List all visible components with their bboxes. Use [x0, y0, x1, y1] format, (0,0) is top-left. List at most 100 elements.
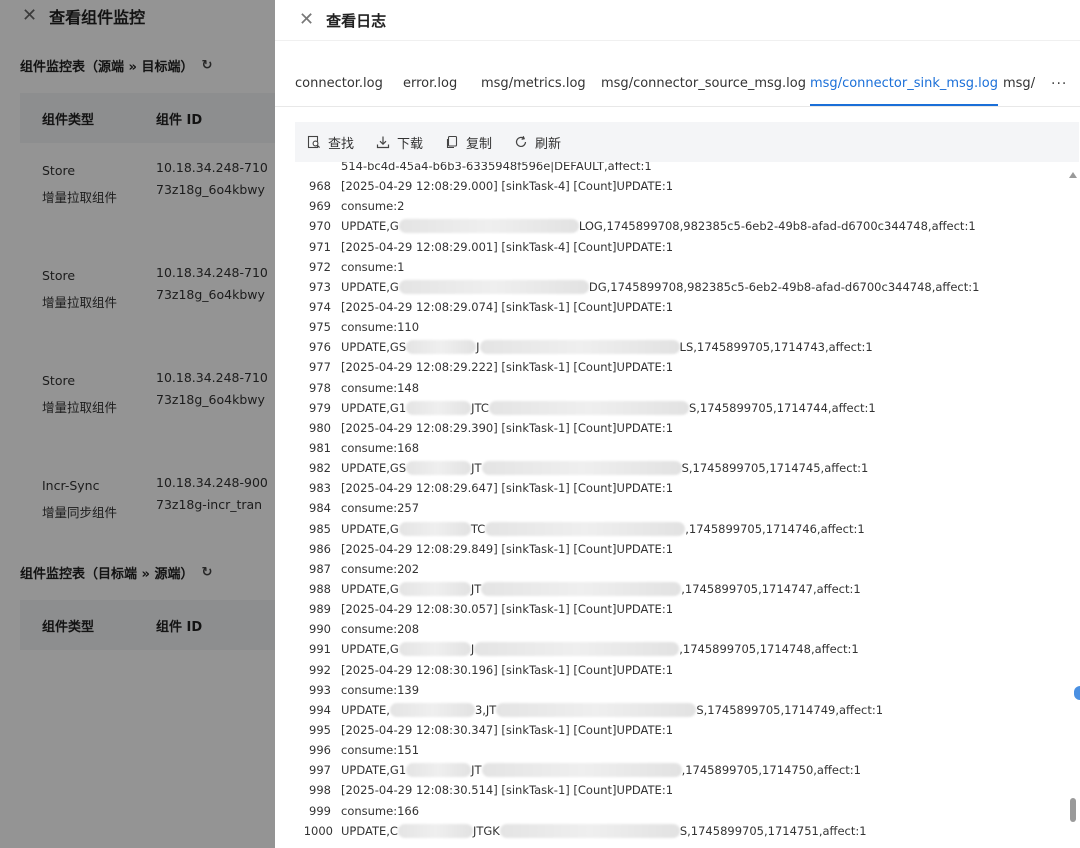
- line-number: 985: [309, 521, 331, 536]
- close-icon[interactable]: ✕: [22, 7, 37, 25]
- side-handle[interactable]: [1074, 686, 1080, 700]
- redacted-text: [481, 763, 682, 778]
- log-line: 969 consume:2: [295, 196, 1079, 216]
- log-text: consume:151: [341, 743, 420, 758]
- line-number: 969: [309, 199, 331, 214]
- log-text: S,1745899705,1714744,affect:1: [688, 400, 876, 415]
- copy-button[interactable]: 复制: [445, 133, 492, 152]
- log-drawer-title: 查看日志: [326, 11, 387, 30]
- log-line: 973 UPDATE,G DG,1745899708,982385c5-6eb2-4…: [295, 277, 1079, 297]
- component-id: 10.18.34.248-900: [156, 475, 268, 490]
- log-line: 982 UPDATE,GS JT S,1745899705,1714745,affec…: [295, 458, 1079, 478]
- line-number: 994: [309, 702, 331, 717]
- log-text: 3,JT: [474, 702, 497, 717]
- log-line: 984 consume:257: [295, 498, 1079, 518]
- redacted-text: [488, 400, 689, 415]
- refresh-icon[interactable]: ↻: [201, 58, 212, 73]
- line-number: 999: [309, 803, 331, 818]
- redacted-text: [406, 400, 472, 415]
- line-number: 981: [309, 441, 331, 456]
- line-number: 995: [309, 723, 331, 737]
- redacted-text: [479, 340, 680, 355]
- log-line: 971 [2025-04-29 12:08:29.001] [sinkTask-4…: [295, 237, 1079, 257]
- log-text: S,1745899705,1714749,affect:1: [696, 702, 884, 717]
- component-id-sub: 73z18g_6o4kbwy: [156, 287, 265, 302]
- component-id: 10.18.34.248-710: [156, 370, 268, 385]
- find-button[interactable]: 查找: [307, 133, 354, 152]
- log-content[interactable]: 514-bc4d-45a4-b6b3-6335948f596e|DEFAULT,…: [295, 162, 1079, 848]
- component-id-sub: 73z18g-incr_tran: [156, 497, 263, 512]
- table-row: Incr-Sync 增量同步组件 10.18.34.248-900 73z18g-i…: [20, 458, 275, 563]
- close-icon[interactable]: ✕: [299, 11, 314, 29]
- scroll-up-arrow-icon[interactable]: [1069, 172, 1077, 178]
- component-id: 10.18.34.248-710: [156, 160, 268, 175]
- line-number: 971: [309, 239, 331, 254]
- tab-msg-truncated[interactable]: msg/c: [1003, 76, 1035, 104]
- tab-error-log[interactable]: error.log: [403, 76, 457, 104]
- refresh-button[interactable]: 刷新: [514, 133, 561, 152]
- redacted-text: [398, 521, 471, 536]
- log-text: LOG,1745899708,982385c5-6eb2-49b8-afad-d…: [578, 219, 976, 234]
- redacted-text: [398, 642, 471, 657]
- redacted-text: [398, 279, 589, 294]
- table-row: Store 增量拉取组件 10.18.34.248-710 73z18g_6o4kb…: [20, 143, 275, 248]
- log-line: 993 consume:139: [295, 680, 1079, 700]
- download-icon: [376, 136, 390, 149]
- log-line: 976 UPDATE,GS J LS,1745899705,1714743,affec…: [295, 337, 1079, 357]
- component-id-sub: 73z18g_6o4kbwy: [156, 392, 265, 407]
- download-button[interactable]: 下载: [376, 133, 423, 152]
- log-text: JT: [471, 461, 482, 476]
- log-line: 995 [2025-04-29 12:08:30.347] [sinkTask-1…: [295, 720, 1079, 740]
- tab-connector-source-msg-log[interactable]: msg/connector_source_msg.log: [601, 76, 806, 104]
- log-text: JT: [470, 582, 482, 597]
- redacted-text: [499, 823, 680, 838]
- log-text: consume:208: [341, 622, 420, 637]
- log-line: 972 consume:1: [295, 257, 1079, 277]
- more-tabs-icon[interactable]: ···: [1051, 76, 1067, 92]
- line-number: 987: [309, 561, 331, 576]
- log-text: JTC: [471, 400, 489, 415]
- log-text: ,1745899705,1714750,affect:1: [681, 763, 861, 778]
- log-drawer: ✕ 查看日志 connector.log error.log msg/metri…: [275, 0, 1080, 848]
- log-text: UPDATE,G: [341, 642, 399, 657]
- log-line: 979 UPDATE,G1 JTC S,1745899705,1714744,affe…: [295, 398, 1079, 418]
- line-number: 983: [309, 481, 331, 496]
- section-title-target-to-source: 组件监控表（目标端 » 源端） ↻: [20, 565, 213, 582]
- log-line: 1000 UPDATE,C JTGK S,1745899705,1714751,aff…: [295, 821, 1079, 841]
- line-number: 990: [309, 622, 331, 637]
- log-text: DG,1745899708,982385c5-6eb2-49b8-afad-d6…: [588, 279, 980, 294]
- log-text: [2025-04-29 12:08:29.001] [sinkTask-4] […: [341, 239, 674, 254]
- table-row: Store 增量拉取组件 10.18.34.248-710 73z18g_6o4kb…: [20, 353, 275, 458]
- line-number: 992: [309, 662, 331, 677]
- log-line: 996 consume:151: [295, 740, 1079, 760]
- log-line: 983 [2025-04-29 12:08:29.647] [sinkTask-1…: [295, 478, 1079, 498]
- log-line: 997 UPDATE,G1 JT ,1745899705,1714750,affect…: [295, 760, 1079, 780]
- log-text: consume:139: [341, 682, 420, 697]
- log-text: UPDATE,G1: [341, 763, 407, 778]
- line-number: 988: [309, 582, 331, 597]
- log-text: JTGK: [472, 823, 500, 838]
- table-row: Store 增量拉取组件 10.18.34.248-710 73z18g_6o4kb…: [20, 248, 275, 353]
- log-text: 514-bc4d-45a4-b6b3-6335948f596e|DEFAULT,…: [341, 162, 652, 174]
- tab-metrics-log[interactable]: msg/metrics.log: [481, 76, 586, 104]
- log-line: 981 consume:168: [295, 438, 1079, 458]
- line-number: 996: [309, 743, 331, 758]
- log-line: 994 UPDATE, 3,JT S,1745899705,1714749,affec…: [295, 700, 1079, 720]
- tab-connector-log[interactable]: connector.log: [295, 76, 383, 104]
- component-id: 10.18.34.248-710: [156, 265, 268, 280]
- line-number: 1000: [303, 823, 333, 838]
- log-scrollbar-thumb[interactable]: [1070, 798, 1076, 822]
- log-text: [2025-04-29 12:08:30.057] [sinkTask-1] […: [341, 602, 674, 617]
- redacted-text: [406, 340, 477, 355]
- tab-connector-sink-msg-log[interactable]: msg/connector_sink_msg.log: [810, 76, 998, 106]
- log-line: 992 [2025-04-29 12:08:30.196] [sinkTask-1…: [295, 660, 1079, 680]
- redacted-text: [485, 521, 686, 536]
- log-text: consume:148: [341, 380, 420, 395]
- component-monitor-title: 查看组件监控: [49, 8, 146, 27]
- refresh-icon[interactable]: ↻: [201, 565, 212, 580]
- log-line: 998 [2025-04-29 12:08:30.514] [sinkTask-1…: [295, 780, 1079, 800]
- component-monitor-header: ✕ 查看组件监控: [0, 0, 275, 32]
- log-text: consume:257: [341, 501, 420, 516]
- log-line-partial: 514-bc4d-45a4-b6b3-6335948f596e|DEFAULT,…: [295, 162, 1079, 176]
- monitor-table-source-to-target: 组件类型 组件 ID Store 增量拉取组件 10.18.34.248-710 7…: [20, 93, 275, 563]
